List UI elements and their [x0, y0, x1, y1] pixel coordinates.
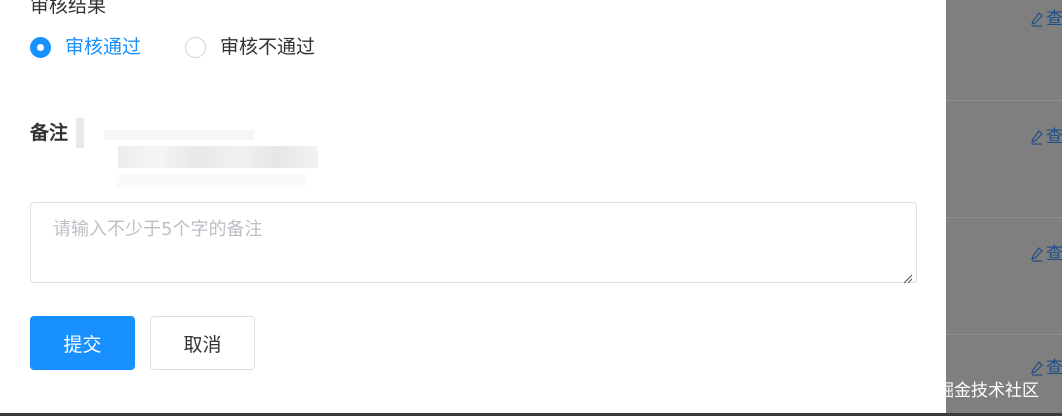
- edit-icon: [1031, 130, 1043, 145]
- edit-icon: [1031, 12, 1043, 27]
- remark-label: 备注: [30, 122, 69, 144]
- redacted-fragment: [116, 174, 306, 188]
- background-table-overlay: 查 查 查 查: [946, 0, 1062, 416]
- review-result-title: 审核结果: [30, 0, 107, 17]
- row-view-label[interactable]: 查: [1046, 9, 1062, 29]
- row-view-label[interactable]: 查: [1046, 358, 1062, 378]
- remark-textarea[interactable]: [30, 202, 917, 283]
- row-view-link[interactable]: 查: [1030, 358, 1062, 378]
- radio-reject-circle[interactable]: [185, 36, 207, 58]
- table-row-divider: [946, 100, 1062, 101]
- submit-button[interactable]: 提交: [30, 316, 135, 370]
- edit-icon: [1031, 247, 1043, 262]
- radio-reject[interactable]: 审核不通过: [185, 35, 315, 59]
- table-row-divider: [946, 334, 1062, 335]
- edit-icon: [1031, 361, 1043, 376]
- row-view-link[interactable]: 查: [1030, 244, 1062, 264]
- radio-approve-label[interactable]: 审核通过: [65, 35, 141, 59]
- review-result-radio-group: 审核通过 审核不通过: [30, 34, 315, 60]
- redacted-fragment: [118, 146, 318, 168]
- redacted-fragment: [76, 118, 84, 148]
- radio-reject-label[interactable]: 审核不通过: [220, 35, 315, 59]
- radio-approve-circle[interactable]: [30, 36, 51, 58]
- row-view-link[interactable]: 查: [1030, 9, 1062, 29]
- row-view-label[interactable]: 查: [1046, 244, 1062, 264]
- row-view-label[interactable]: 查: [1046, 127, 1062, 147]
- watermark-text: @稀土掘金技术社区: [886, 381, 1039, 401]
- cancel-button[interactable]: 取消: [150, 316, 255, 370]
- table-row-divider: [946, 217, 1062, 218]
- redacted-content: [76, 112, 326, 192]
- review-dialog-panel: 审核结果 审核通过 审核不通过 备注 请输入不少于5个字的备注 提交 取消: [0, 0, 946, 416]
- remark-textarea-wrapper: [30, 202, 917, 284]
- resize-handle-icon[interactable]: [903, 269, 913, 284]
- redacted-fragment: [104, 130, 254, 140]
- radio-approve[interactable]: 审核通过: [30, 35, 141, 59]
- screen: 审核结果 审核通过 审核不通过 备注 请输入不少于5个字的备注 提交 取消 查 …: [0, 0, 1062, 416]
- row-view-link[interactable]: 查: [1030, 127, 1062, 147]
